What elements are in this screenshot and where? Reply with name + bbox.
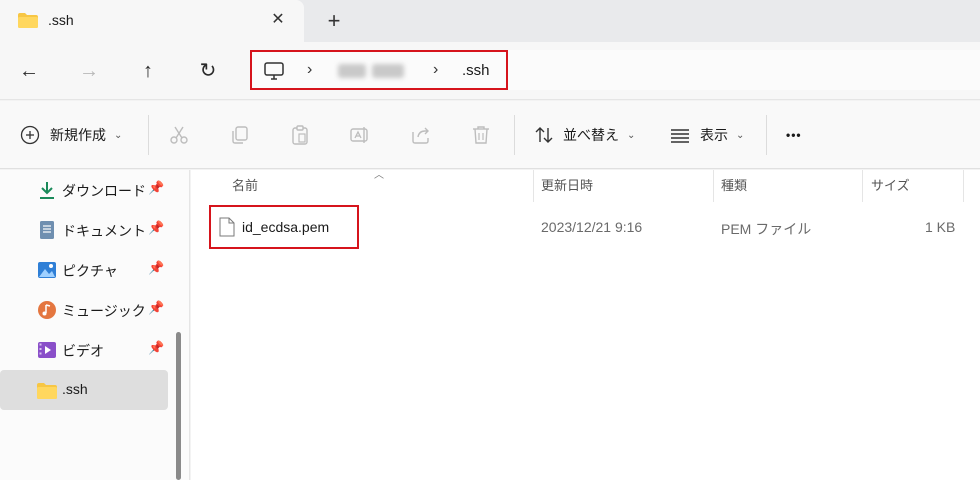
divider xyxy=(514,115,515,155)
trash-icon xyxy=(473,126,489,144)
sort-button[interactable]: 並べ替え ⌄ xyxy=(533,101,635,169)
navigation-pane: ダウンロード 📌 ドキュメント 📌 ピクチャ 📌 ミュージック 📌 ビデオ 📌 … xyxy=(0,170,190,480)
file-size: 1 KB xyxy=(925,219,956,235)
view-button-label: 表示 xyxy=(700,127,728,143)
rename-icon xyxy=(350,127,368,143)
rename-button[interactable] xyxy=(349,101,371,169)
sidebar-item-documents[interactable]: ドキュメント 📌 xyxy=(0,210,168,250)
navigation-bar: ← → ↑ ↻ › › .ssh xyxy=(0,42,980,100)
list-view-icon xyxy=(671,129,689,143)
column-divider[interactable] xyxy=(862,170,863,202)
plus-circle-icon xyxy=(20,125,40,145)
paste-button[interactable] xyxy=(289,101,311,169)
more-options-button[interactable]: ••• xyxy=(786,101,802,169)
table-row[interactable]: id_ecdsa.pem 2023/12/21 9:16 PEM ファイル 1 … xyxy=(191,205,980,249)
paste-icon xyxy=(292,125,308,145)
column-header-size[interactable]: サイズ xyxy=(871,170,910,202)
share-icon xyxy=(412,127,429,144)
download-icon xyxy=(40,182,54,199)
divider xyxy=(766,115,767,155)
new-tab-button[interactable]: + xyxy=(322,9,346,33)
this-pc-icon[interactable] xyxy=(264,62,284,80)
file-list: ︿ 名前 更新日時 種類 サイズ id_ecdsa.pem 2023/12/21… xyxy=(191,170,980,480)
divider xyxy=(148,115,149,155)
file-name[interactable]: id_ecdsa.pem xyxy=(242,219,329,235)
column-header-name[interactable]: 名前 xyxy=(232,170,258,202)
sidebar-item-music[interactable]: ミュージック 📌 xyxy=(0,290,168,330)
sidebar-item-label: .ssh xyxy=(62,381,88,397)
view-button[interactable]: 表示 ⌄ xyxy=(669,101,744,169)
file-icon xyxy=(219,217,235,237)
sidebar-item-videos[interactable]: ビデオ 📌 xyxy=(0,330,168,370)
chevron-down-icon: ⌄ xyxy=(114,129,123,141)
sidebar-item-label: ピクチャ xyxy=(62,263,118,279)
cut-button[interactable] xyxy=(168,101,190,169)
address-bar-empty-area[interactable] xyxy=(508,50,980,90)
breadcrumb-separator[interactable]: › xyxy=(307,61,312,79)
refresh-button[interactable]: ↻ xyxy=(193,56,223,86)
sidebar-item-pictures[interactable]: ピクチャ 📌 xyxy=(0,250,168,290)
sidebar-item-label: ビデオ xyxy=(62,343,104,359)
folder-icon xyxy=(18,13,38,28)
new-button[interactable]: 新規作成 ⌄ xyxy=(20,101,122,169)
share-button[interactable] xyxy=(410,101,432,169)
pin-icon: 📌 xyxy=(148,220,165,235)
sidebar-item-label: ダウンロード xyxy=(62,183,146,199)
forward-button[interactable]: → xyxy=(74,56,104,86)
pin-icon: 📌 xyxy=(148,180,165,195)
column-header-type[interactable]: 種類 xyxy=(721,170,747,202)
breadcrumb-separator[interactable]: › xyxy=(433,61,438,79)
sidebar-item-label: ミュージック xyxy=(62,303,146,319)
file-type: PEM ファイル xyxy=(721,221,812,237)
chevron-down-icon: ⌄ xyxy=(627,129,636,141)
tab-ssh[interactable]: .ssh ✕ xyxy=(0,0,304,42)
sort-button-label: 並べ替え xyxy=(563,127,619,143)
delete-button[interactable] xyxy=(470,101,492,169)
file-modified: 2023/12/21 9:16 xyxy=(541,219,643,235)
copy-icon xyxy=(232,126,248,144)
sort-icon xyxy=(535,127,553,143)
sidebar-item-label: ドキュメント xyxy=(62,223,146,239)
music-icon xyxy=(38,301,56,319)
address-bar[interactable]: › › .ssh xyxy=(250,50,508,90)
scissors-icon xyxy=(170,126,188,144)
pin-icon: 📌 xyxy=(148,340,165,355)
folder-icon xyxy=(37,383,57,399)
video-icon xyxy=(38,342,56,358)
pin-icon: 📌 xyxy=(148,260,165,275)
back-button[interactable]: ← xyxy=(14,56,44,86)
sort-ascending-icon: ︿ xyxy=(374,170,384,181)
new-button-label: 新規作成 xyxy=(50,127,106,143)
pin-icon: 📌 xyxy=(148,300,165,315)
column-divider[interactable] xyxy=(963,170,964,202)
column-divider[interactable] xyxy=(533,170,534,202)
column-header-modified[interactable]: 更新日時 xyxy=(541,170,593,202)
command-bar: 新規作成 ⌄ 並べ替え ⌄ 表示 ⌄ ••• xyxy=(0,101,980,169)
up-button[interactable]: ↑ xyxy=(133,56,163,86)
document-icon xyxy=(40,221,54,239)
chevron-down-icon: ⌄ xyxy=(736,129,745,141)
tab-title: .ssh xyxy=(48,12,74,28)
copy-button[interactable] xyxy=(229,101,251,169)
pictures-icon xyxy=(38,262,56,278)
close-tab-icon[interactable]: ✕ xyxy=(266,8,290,32)
column-divider[interactable] xyxy=(713,170,714,202)
sidebar-scrollbar-thumb[interactable] xyxy=(176,332,181,480)
sidebar-item-ssh[interactable]: .ssh xyxy=(0,370,168,410)
breadcrumb-current[interactable]: .ssh xyxy=(462,62,490,79)
tab-bar: .ssh ✕ + xyxy=(0,0,980,42)
blurred-breadcrumb[interactable] xyxy=(338,64,404,78)
sidebar-item-downloads[interactable]: ダウンロード 📌 xyxy=(0,170,168,210)
